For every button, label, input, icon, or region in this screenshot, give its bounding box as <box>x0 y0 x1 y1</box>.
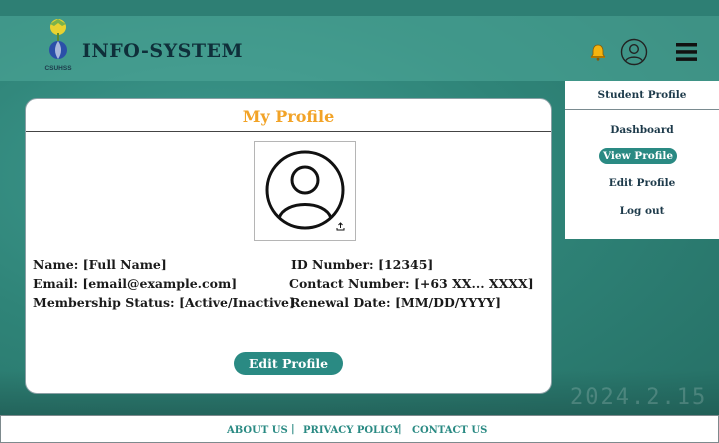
renewal-field: Renewal Date: [MM/DD/YYYY] <box>290 295 501 310</box>
logo-icon: CSUHSS <box>44 19 72 72</box>
background-date: 2024.2.15 <box>570 385 708 410</box>
sidebar: Student Profile Dashboard View Profile E… <box>565 81 719 239</box>
edit-profile-button[interactable]: Edit Profile <box>234 352 343 375</box>
upload-icon[interactable] <box>336 222 345 231</box>
user-icon[interactable] <box>620 38 648 66</box>
sidebar-item-view-profile[interactable]: View Profile <box>599 148 677 164</box>
footer-link-privacy[interactable]: PRIVACY POLICY <box>303 425 400 436</box>
top-strip <box>0 0 719 16</box>
name-field: Name: [Full Name] <box>33 257 167 272</box>
sidebar-item-edit-profile[interactable]: Edit Profile <box>565 177 719 189</box>
header: CSUHSS INFO-SYSTEM <box>0 16 719 81</box>
card-divider <box>26 131 551 132</box>
footer-separator: | <box>291 424 295 435</box>
id-number-field: ID Number: [12345] <box>291 257 434 272</box>
membership-field: Membership Status: [Active/Inactive] <box>33 295 295 310</box>
email-field: Email: [email@example.com] <box>33 276 238 291</box>
avatar[interactable] <box>254 141 356 241</box>
profile-card: My Profile Name: [Full Name] ID Number: … <box>25 98 552 394</box>
footer: ABOUT US | PRIVACY POLICY | CONTACT US <box>0 415 719 443</box>
sidebar-divider <box>565 109 719 110</box>
bell-icon[interactable] <box>589 43 607 61</box>
footer-link-contact[interactable]: CONTACT US <box>412 425 487 436</box>
sidebar-title: Student Profile <box>597 89 687 101</box>
footer-link-about[interactable]: ABOUT US <box>227 425 288 436</box>
footer-separator: | <box>398 424 402 435</box>
sidebar-item-logout[interactable]: Log out <box>565 205 719 217</box>
brand-title: INFO-SYSTEM <box>82 40 244 62</box>
page-title: My Profile <box>242 107 335 126</box>
sidebar-item-dashboard[interactable]: Dashboard <box>565 124 719 136</box>
menu-icon[interactable] <box>676 42 697 62</box>
logo-text: CSUHSS <box>44 65 72 72</box>
contact-field: Contact Number: [+63 XX... XXXX] <box>289 276 534 291</box>
